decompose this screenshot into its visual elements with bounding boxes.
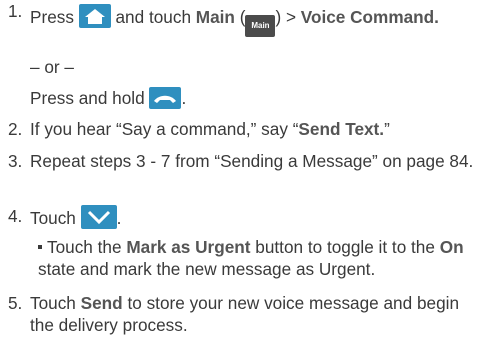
step-text: If you hear “Say a command,” say “Send T… bbox=[30, 119, 390, 139]
bullet-icon bbox=[38, 245, 42, 249]
chevron-down-icon bbox=[80, 205, 117, 229]
press-hold-line: Press and hold . bbox=[30, 87, 187, 109]
home-icon bbox=[78, 4, 111, 28]
urgent-bullet: Touch the Mark as Urgent button to toggl… bbox=[38, 237, 464, 279]
step-number: 1. bbox=[8, 1, 23, 21]
step-number: 5. bbox=[8, 293, 23, 313]
step-number: 3. bbox=[8, 151, 23, 171]
step-number: 2. bbox=[8, 119, 23, 139]
step-1: 1. Press and touch Main (Main) > Voice C… bbox=[0, 0, 487, 50]
step-number: 4. bbox=[8, 206, 23, 226]
step-text: Touch . bbox=[30, 205, 483, 229]
document-page: 1. Press and touch Main (Main) > Voice C… bbox=[0, 0, 487, 363]
or-separator: – or – bbox=[30, 57, 74, 77]
phone-icon bbox=[149, 87, 182, 109]
step-text: Press and touch Main (Main) > Voice Comm… bbox=[30, 4, 483, 37]
step-text: Repeat steps 3 - 7 from “Sending a Messa… bbox=[30, 151, 474, 171]
main-icon: Main bbox=[245, 15, 276, 37]
step-text: Touch Send to store your new voice messa… bbox=[30, 293, 459, 335]
